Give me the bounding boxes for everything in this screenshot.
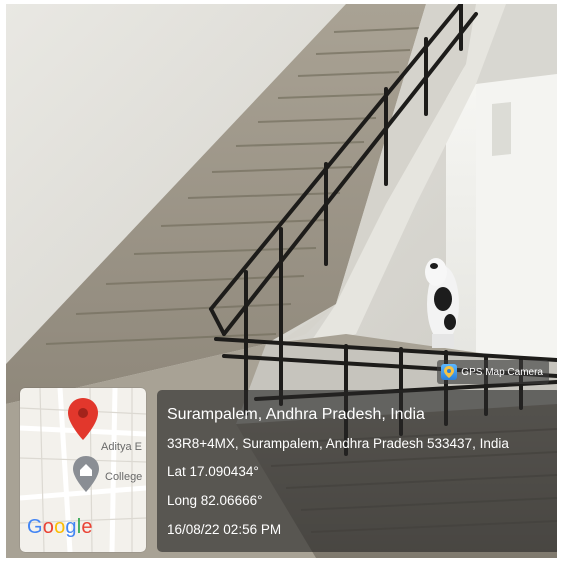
latitude: Lat 17.090434° xyxy=(167,464,259,479)
app-badge-label: GPS Map Camera xyxy=(461,366,543,378)
map-pin-camera-icon xyxy=(441,364,458,380)
map-thumbnail: Aditya E College Google xyxy=(20,388,146,552)
google-logo-letter: e xyxy=(81,516,93,538)
map-label-college: College xyxy=(105,471,143,483)
photo: GPS Map Camera Aditya E College Google S… xyxy=(6,4,557,558)
place-title: Surampalem, Andhra Pradesh, India xyxy=(167,406,425,423)
map-label-aditya: Aditya E xyxy=(101,441,142,453)
google-logo: Google xyxy=(27,516,93,539)
longitude: Long 82.06666° xyxy=(167,493,263,508)
google-logo-letter: G xyxy=(27,516,43,538)
datetime: 16/08/22 02:56 PM xyxy=(167,522,282,537)
google-logo-letter: o xyxy=(54,516,66,538)
location-info-panel: Surampalem, Andhra Pradesh, India 33R8+4… xyxy=(157,390,557,552)
google-logo-letter: o xyxy=(42,516,55,538)
google-logo-letter: g xyxy=(65,516,77,538)
gps-map-camera-badge: GPS Map Camera xyxy=(437,360,549,384)
address: 33R8+4MX, Surampalem, Andhra Pradesh 533… xyxy=(167,436,509,451)
location-marker-icon xyxy=(73,456,99,492)
